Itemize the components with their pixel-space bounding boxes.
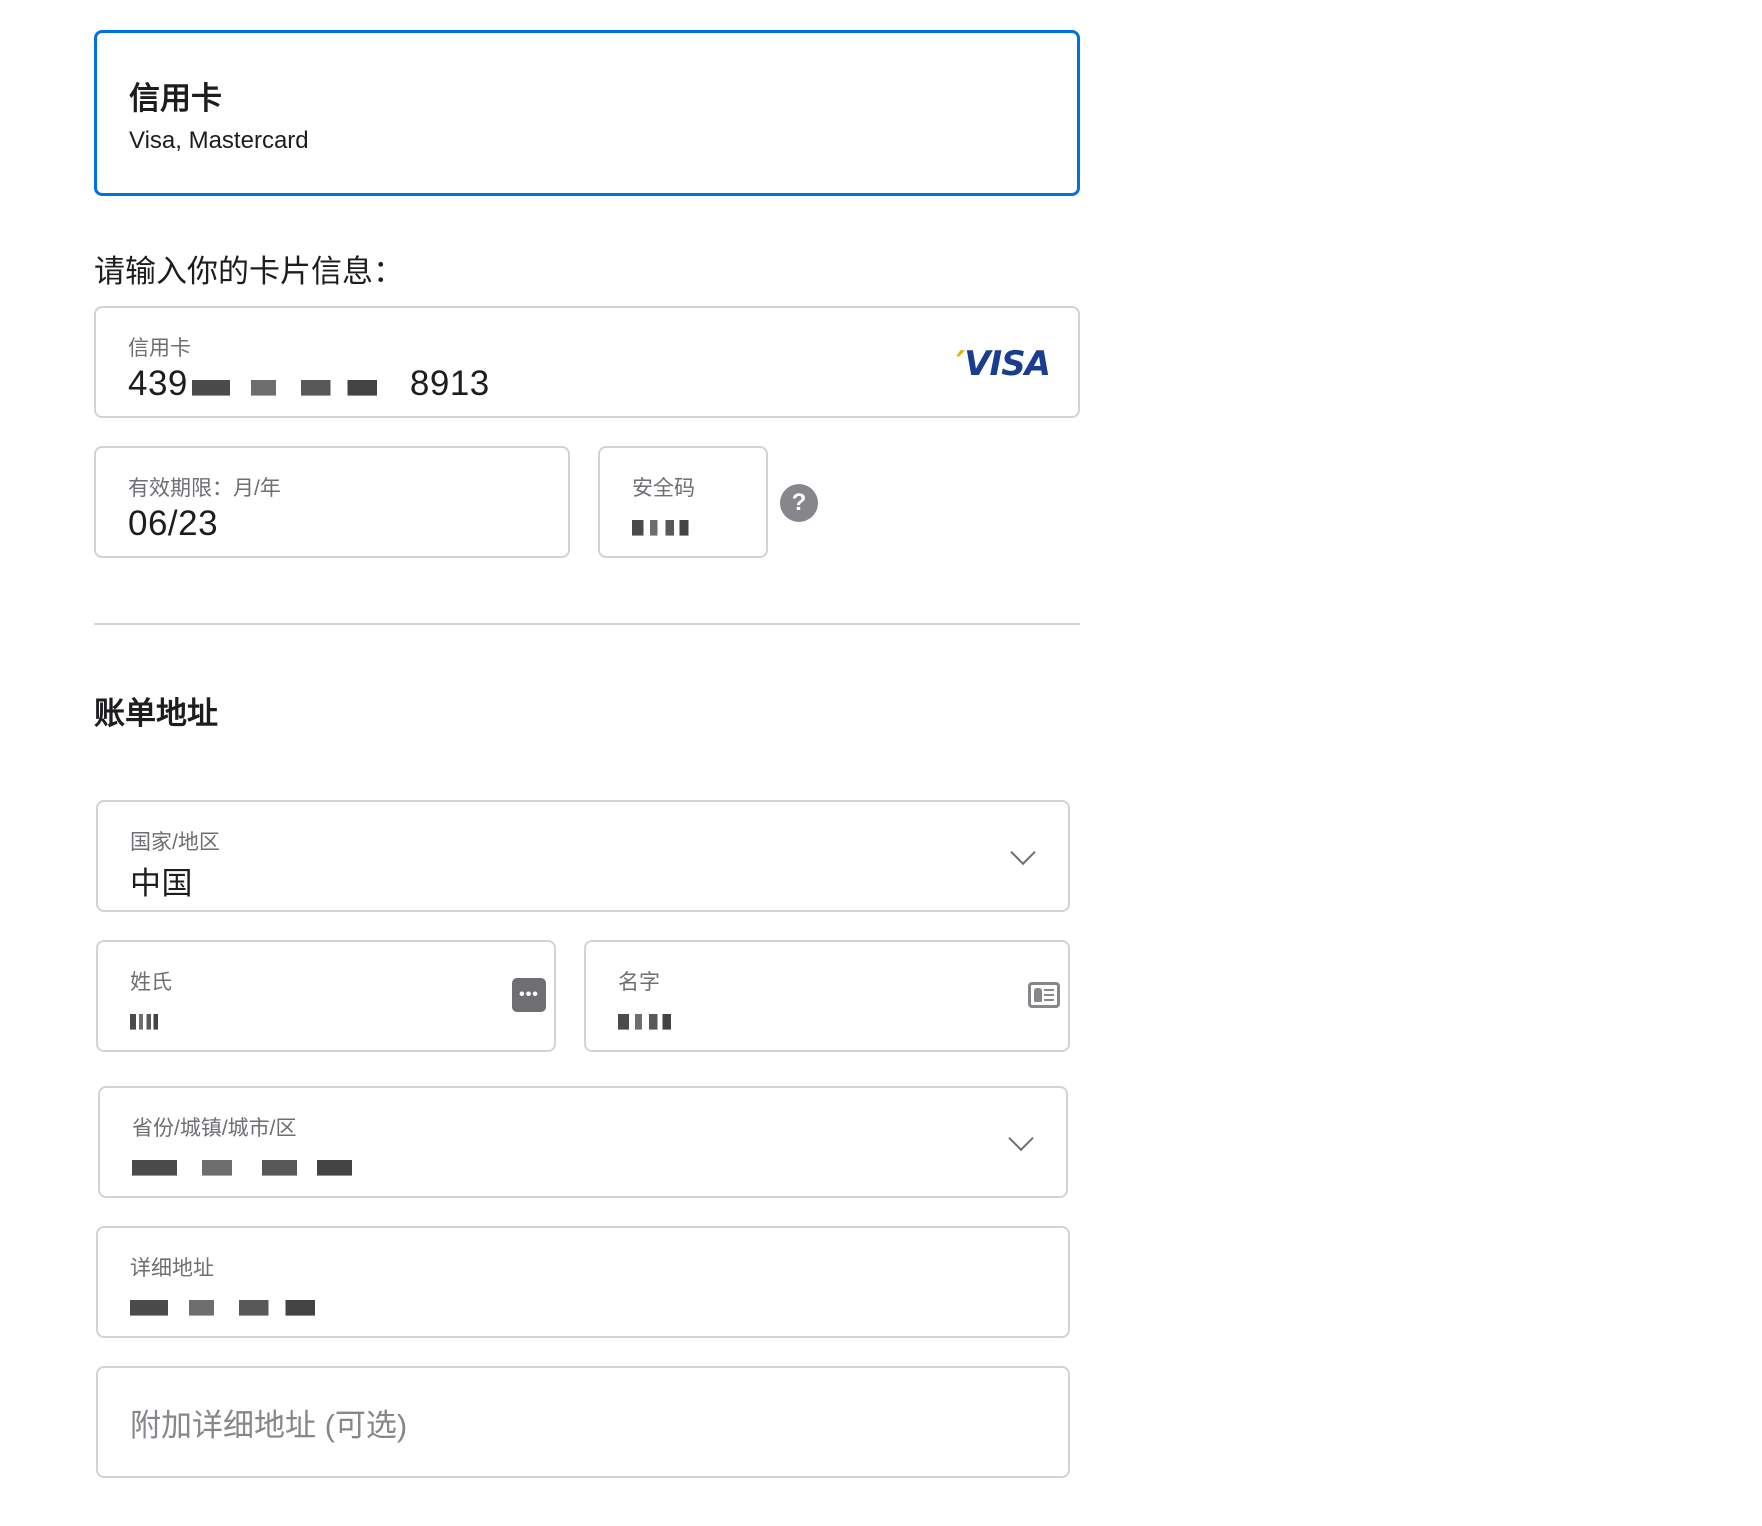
expiry-value: 06/23	[128, 504, 219, 543]
additional-address-placeholder: 附加详细地址 (可选)	[130, 1407, 408, 1443]
last-name-value	[130, 998, 162, 1038]
street-address-field[interactable]: 详细地址	[96, 1226, 1070, 1338]
masked-text	[130, 1006, 162, 1033]
contact-card-icon[interactable]	[1028, 982, 1060, 1008]
billing-address-title: 账单地址	[94, 696, 218, 731]
masked-digits	[191, 372, 402, 399]
country-label: 国家/地区	[130, 831, 220, 854]
expiry-label: 有效期限：月/年	[128, 477, 281, 500]
masked-text	[130, 1292, 340, 1319]
country-select[interactable]: 国家/地区 中国	[96, 800, 1070, 912]
payment-method-subtitle: Visa, Mastercard	[129, 127, 309, 154]
masked-digits	[632, 512, 696, 539]
additional-address-field[interactable]: 附加详细地址 (可选)	[96, 1366, 1070, 1478]
password-keyfill-icon[interactable]: •••	[512, 978, 546, 1012]
masked-text	[618, 1006, 678, 1033]
card-number-label: 信用卡	[128, 337, 191, 360]
security-code-value	[632, 504, 696, 544]
help-icon[interactable]: ?	[780, 484, 818, 522]
region-select[interactable]: 省份/城镇/城市/区	[98, 1086, 1068, 1198]
section-divider	[94, 623, 1080, 625]
card-number-value[interactable]: 439 8913	[128, 364, 490, 404]
payment-method-credit-card[interactable]: 信用卡 Visa, Mastercard	[94, 30, 1080, 196]
country-value: 中国	[130, 866, 193, 901]
card-info-prompt: 请输入你的卡片信息：	[94, 254, 404, 289]
street-address-value	[130, 1284, 340, 1324]
region-value	[132, 1144, 382, 1184]
chevron-down-icon	[1010, 839, 1036, 866]
payment-method-title: 信用卡	[129, 81, 222, 116]
region-label: 省份/城镇/城市/区	[132, 1117, 297, 1140]
last-name-field[interactable]: 姓氏 •••	[96, 940, 556, 1052]
first-name-field[interactable]: 名字	[584, 940, 1070, 1052]
card-number-suffix: 8913	[409, 364, 490, 403]
security-code-label: 安全码	[632, 477, 695, 500]
card-number-prefix: 439	[128, 364, 188, 403]
chevron-down-icon	[1008, 1125, 1034, 1152]
expiry-field[interactable]: 有效期限：月/年 06/23	[94, 446, 570, 558]
visa-logo: ′VISA	[956, 344, 1051, 384]
first-name-label: 名字	[618, 971, 660, 994]
security-code-field[interactable]: 安全码	[598, 446, 768, 558]
street-address-label: 详细地址	[130, 1257, 214, 1280]
first-name-value	[618, 998, 678, 1038]
card-number-field[interactable]: 信用卡 439 8913 ′VISA	[94, 306, 1080, 418]
masked-text	[132, 1152, 382, 1179]
last-name-label: 姓氏	[130, 971, 172, 994]
